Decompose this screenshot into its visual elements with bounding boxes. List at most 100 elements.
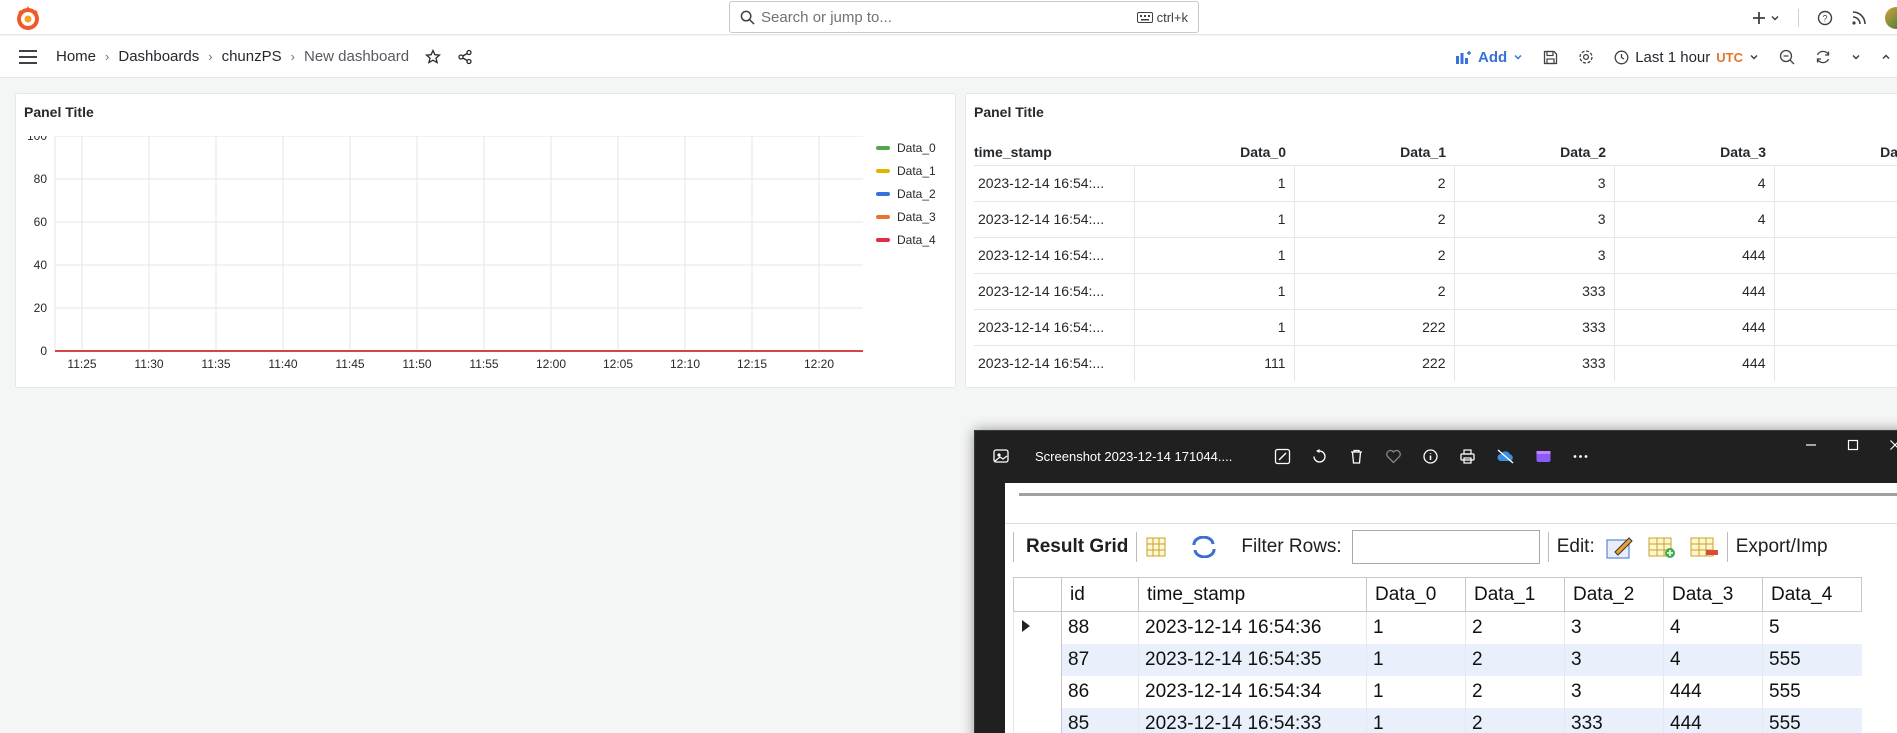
rss-icon [1852, 10, 1866, 25]
clipchamp-icon[interactable] [1535, 448, 1552, 465]
table-row: 2023-12-14 16:54:...1222333444555 [974, 308, 1897, 345]
table-cell: 2 [1465, 643, 1565, 676]
column-header[interactable]: Data_3 [1614, 139, 1774, 165]
new-menu-button[interactable] [1752, 11, 1780, 25]
result-grid-table: id time_stamp Data_0 Data_1 Data_2 Data_… [1013, 577, 1862, 733]
table-panel[interactable]: Panel Title time_stamp Data_0 Data_1 Dat… [965, 93, 1897, 388]
timeseries-panel[interactable]: Panel Title 0 20 40 60 80 100 11:25 11:30 11:35 1… [15, 93, 956, 388]
help-button[interactable]: ? [1817, 10, 1833, 26]
table-cell: 2023-12-14 16:54:33 [1138, 707, 1367, 733]
add-button[interactable]: Add [1456, 49, 1523, 66]
time-range-label: Last 1 hour [1635, 48, 1711, 66]
close-icon[interactable] [1889, 439, 1897, 451]
breadcrumb-dashboards[interactable]: Dashboards [118, 48, 199, 65]
breadcrumb-folder[interactable]: chunzPS [222, 48, 282, 65]
delete-row-icon [1690, 537, 1718, 556]
table-cell: 2023-12-14 16:54:... [974, 344, 1134, 381]
x-tick-label: 11:30 [134, 357, 163, 371]
chevron-right-icon: › [290, 49, 295, 64]
chart-legend: Data_0 Data_1 Data_2 Data_3 Data_4 [876, 136, 936, 251]
table-cell: 3 [1453, 200, 1614, 237]
legend-item[interactable]: Data_2 [876, 182, 936, 205]
row-marker [1013, 675, 1062, 708]
legend-item[interactable]: Data_1 [876, 159, 936, 182]
heart-icon[interactable] [1385, 448, 1402, 465]
table-cell: 2023-12-14 16:54:... [974, 272, 1134, 309]
table-row: 87 2023-12-14 16:54:35 1 2 3 4 555 [1013, 643, 1862, 676]
table-cell: 2023-12-14 16:54:... [974, 200, 1134, 237]
save-button[interactable] [1543, 50, 1558, 65]
share-icon[interactable] [457, 49, 473, 65]
table-cell: 3 [1564, 643, 1664, 676]
table-cell: 555 [1773, 272, 1897, 309]
table-cell: 88 [1061, 611, 1139, 644]
search-placeholder: Search or jump to... [761, 8, 892, 26]
time-range-picker[interactable]: Last 1 hour UTC [1614, 49, 1759, 66]
photo-viewer-window[interactable]: Screenshot 2023-12-14 171044.... Result … [974, 430, 1897, 733]
export-import-label: Export/Imp [1735, 535, 1828, 557]
delete-icon[interactable] [1348, 448, 1365, 465]
info-icon[interactable] [1422, 448, 1439, 465]
table-cell: 1 [1133, 272, 1294, 309]
zoom-out-button[interactable] [1779, 49, 1795, 65]
column-header[interactable]: Data_2 [1454, 139, 1614, 165]
search-input[interactable]: Search or jump to... ctrl+k [729, 1, 1199, 33]
panel-title[interactable]: Panel Title [974, 104, 1044, 120]
table-cell: 86 [1061, 675, 1139, 708]
table-cell: 1 [1366, 643, 1466, 676]
table-row: 2023-12-14 16:54:...111222333444555 [974, 344, 1897, 381]
edit-cell-icon [1606, 536, 1633, 558]
legend-swatch [876, 214, 890, 219]
star-icon[interactable] [425, 48, 442, 65]
table-header-row: id time_stamp Data_0 Data_1 Data_2 Data_… [1013, 577, 1862, 612]
column-header[interactable]: Data_1 [1294, 139, 1454, 165]
legend-label: Data_4 [897, 232, 936, 247]
chevron-right-icon: › [208, 49, 213, 64]
table-cell: 2 [1465, 611, 1565, 644]
breadcrumb-home[interactable]: Home [56, 48, 96, 65]
y-tick-label: 40 [34, 258, 48, 272]
zoom-out-icon [1779, 49, 1795, 65]
row-marker [1013, 707, 1062, 733]
refresh-button[interactable] [1815, 49, 1831, 65]
column-header[interactable]: Data_4 [1774, 139, 1897, 165]
x-tick-label: 11:50 [402, 357, 431, 371]
refresh-icon [1192, 535, 1216, 558]
refresh-interval-dropdown[interactable] [1851, 52, 1861, 62]
grafana-logo-icon[interactable] [14, 4, 42, 32]
table-row: 85 2023-12-14 16:54:33 1 2 333 444 555 [1013, 707, 1862, 733]
legend-label: Data_3 [897, 209, 936, 224]
menu-icon[interactable] [18, 49, 38, 64]
search-icon [740, 10, 755, 25]
minimize-icon[interactable] [1805, 439, 1817, 451]
news-button[interactable] [1851, 10, 1867, 26]
table-cell: 555 [1762, 675, 1862, 708]
table-cell: 2 [1293, 272, 1454, 309]
more-icon[interactable] [1572, 448, 1589, 465]
table-row: 86 2023-12-14 16:54:34 1 2 3 444 555 [1013, 675, 1862, 708]
legend-item[interactable]: Data_0 [876, 136, 936, 159]
maximize-icon[interactable] [1847, 439, 1859, 451]
result-grid-toolbar: Result Grid Filter Rows: Edit: Export/Im… [1005, 523, 1897, 569]
print-icon[interactable] [1459, 448, 1476, 465]
rotate-icon[interactable] [1311, 448, 1328, 465]
panel-title[interactable]: Panel Title [24, 104, 94, 120]
column-header[interactable]: time_stamp [974, 139, 1134, 165]
collapse-button[interactable] [1881, 52, 1891, 62]
table-cell: 555 [1773, 344, 1897, 381]
y-tick-label: 0 [40, 344, 47, 358]
cloud-off-icon[interactable] [1496, 448, 1515, 465]
column-header[interactable]: Data_0 [1134, 139, 1294, 165]
table-cell: 3 [1564, 675, 1664, 708]
settings-button[interactable] [1578, 49, 1594, 65]
image-scroll-line [1019, 493, 1897, 496]
column-header: Data_0 [1366, 577, 1466, 612]
table-cell: 333 [1453, 308, 1614, 345]
avatar[interactable] [1885, 6, 1897, 29]
table-cell: 555 [1762, 707, 1862, 733]
table-cell: 1 [1133, 308, 1294, 345]
edit-image-icon[interactable] [1274, 448, 1291, 465]
table-cell: 444 [1663, 675, 1763, 708]
legend-item[interactable]: Data_3 [876, 205, 936, 228]
legend-item[interactable]: Data_4 [876, 228, 936, 251]
